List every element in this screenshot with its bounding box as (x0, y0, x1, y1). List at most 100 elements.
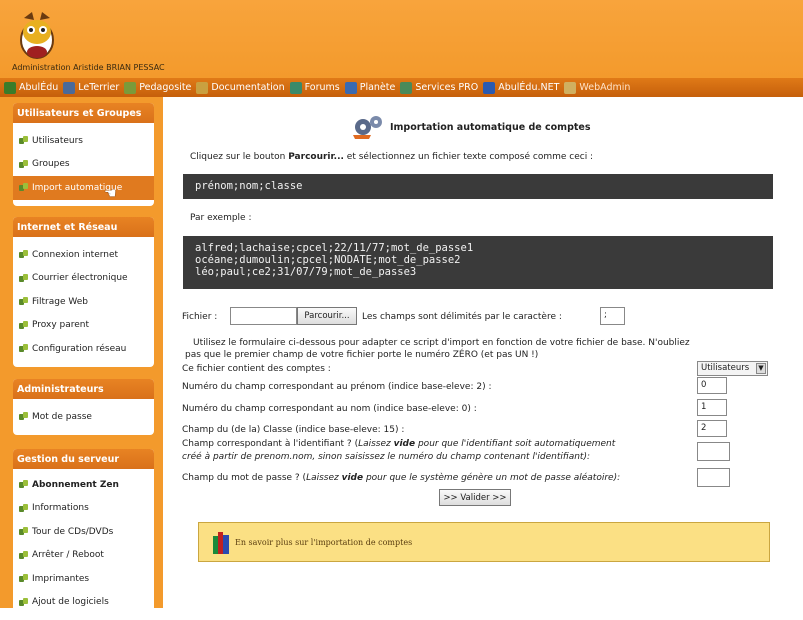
sidebar-item[interactable]: Connexion internet (13, 243, 154, 267)
sidebar-item-label: Imprimantes (32, 573, 90, 584)
books-icon (213, 532, 229, 554)
bullet-icon (19, 503, 28, 513)
help-line-2: pas que le premier champ de votre fichie… (185, 350, 539, 360)
nav-item-abul-du[interactable]: AbulÉdu (4, 81, 59, 94)
sidebar-item[interactable]: Informations (13, 497, 154, 521)
sidebar-item-label: Filtrage Web (32, 296, 88, 307)
abuledu-logo[interactable] (14, 10, 60, 60)
example-line: léo;paul;ce2;31/07/79;mot_de_passe3 (195, 266, 417, 278)
bullet-icon (19, 574, 28, 583)
nav-item-leterrier[interactable]: LeTerrier (63, 81, 119, 94)
nav-icon (344, 81, 357, 94)
dropdown-arrow-icon: ▼ (756, 363, 766, 374)
sidebar-item[interactable]: Courrier électronique (13, 267, 154, 291)
nav-item-label: AbulÉdu (19, 82, 59, 93)
nav-item-pedagosite[interactable]: Pedagosite (124, 81, 192, 94)
bullet-icon (19, 412, 28, 421)
sidebar-item[interactable]: Abonnement Zen (13, 473, 154, 497)
id-field-label-2: créé à partir de prenom.nom, sinon saisi… (182, 452, 591, 462)
page-title: Importation automatique de comptes (390, 122, 591, 133)
file-input[interactable] (230, 307, 297, 325)
header: Administration Aristide BRIAN PESSAC (0, 0, 803, 78)
sidebar-item-label: Tour de CDs/DVDs (32, 526, 114, 537)
sidebar-item-label: Informations (32, 503, 89, 514)
nav-item-forums[interactable]: Forums (289, 81, 340, 94)
mouse-cursor-icon: ☚ (104, 186, 117, 202)
example-code-block: alfred;lachaise;cpcel;22/11/77;mot_de_pa… (183, 236, 773, 289)
bullet-icon (19, 250, 28, 259)
browse-button[interactable]: Parcourir... (297, 307, 357, 325)
bullet-icon (19, 297, 28, 306)
nav-item-abul-du-net[interactable]: AbulÉdu.NET (483, 81, 559, 94)
sidebar-item[interactable]: Arrêter / Reboot (13, 544, 154, 568)
example-line: océane;dumoulin;cpcel;NODATE;mot_de_pass… (195, 254, 461, 266)
sidebar-item[interactable]: Tour de CDs/DVDs (13, 520, 154, 544)
bullet-icon (19, 344, 28, 353)
sidebar-group: Internet et Réseau Connexion internet Cour… (13, 217, 154, 367)
delimiter-label: Les champs sont délimités par le caractè… (362, 312, 562, 322)
firstname-field-input[interactable]: 0 (697, 377, 727, 394)
nav-icon (196, 81, 209, 94)
sidebar-group-title: Utilisateurs et Groupes (13, 103, 154, 123)
nav-item-services-pro[interactable]: Services PRO (400, 81, 478, 94)
sidebar-item[interactable]: Imprimantes (13, 567, 154, 591)
bullet-icon (19, 527, 28, 536)
bullet-icon (19, 597, 28, 607)
bullet-icon (19, 273, 28, 283)
delimiter-input[interactable]: ; (600, 307, 625, 325)
nav-item-documentation[interactable]: Documentation (196, 81, 285, 94)
gears-icon (353, 116, 382, 139)
validate-button[interactable]: >> Valider >> (439, 489, 511, 506)
bullet-icon (19, 136, 28, 145)
sidebar-group: Gestion du serveur Abonnement Zen Informat… (13, 449, 154, 620)
bullet-icon (19, 320, 28, 330)
id-field-label: Champ correspondant à l'identifiant ? (L… (182, 439, 616, 449)
nav-item-label: Planète (359, 82, 396, 93)
nav-icon (4, 81, 16, 94)
nav-icon (289, 81, 302, 94)
name-field-input[interactable]: 1 (697, 399, 727, 416)
help-box: En savoir plus sur l'importation de comp… (198, 522, 770, 562)
nav-item-label: Forums (304, 82, 340, 93)
sidebar-group-title: Gestion du serveur (13, 449, 154, 469)
sidebar-item[interactable]: Import automatique (13, 176, 154, 200)
intro-text: Cliquez sur le bouton Parcourir... et sé… (190, 152, 594, 162)
bullet-icon (19, 550, 28, 560)
sidebar-group-title: Administrateurs (13, 379, 154, 399)
sidebar-item-label: Utilisateurs (32, 135, 83, 146)
sidebar-item[interactable]: Ajout de logiciels (13, 591, 154, 615)
top-nav: AbulÉdu LeTerrier Pedagosite Documentation F… (0, 78, 803, 97)
sidebar-item[interactable]: Mot de passe (13, 405, 154, 429)
sidebar-item[interactable]: Utilisateurs (13, 129, 154, 153)
sidebar-item-label: Abonnement Zen (32, 479, 119, 490)
sidebar-item[interactable]: Groupes (13, 153, 154, 177)
example-line: alfred;lachaise;cpcel;22/11/77;mot_de_pa… (195, 242, 474, 254)
password-field-label: Champ du mot de passe ? (Laissez vide po… (182, 473, 621, 483)
sidebar-item-label: Connexion internet (32, 249, 119, 260)
format-line: prénom;nom;classe (195, 180, 303, 192)
nav-item-plan-te[interactable]: Planète (344, 81, 396, 94)
nav-item-label: WebAdmin (579, 82, 631, 93)
sidebar-item[interactable]: Proxy parent (13, 314, 154, 338)
main-content: Importation automatique de comptes Cliqu… (163, 97, 803, 608)
nav-icon (124, 81, 137, 94)
sidebar-group: Utilisateurs et Groupes Utilisateurs Group… (13, 103, 154, 206)
bullet-icon (19, 480, 28, 489)
sidebar-item[interactable]: Filtrage Web (13, 290, 154, 314)
account-type-select[interactable]: Utilisateurs ▼ (697, 361, 768, 376)
nav-icon (400, 81, 413, 94)
sidebar-item-label: Mot de passe (32, 411, 92, 422)
help-link[interactable]: En savoir plus sur l'importation de comp… (235, 538, 412, 547)
sidebar-item-label: Arrêter / Reboot (32, 550, 104, 561)
nav-item-label: Pedagosite (139, 82, 192, 93)
password-field-input[interactable] (697, 468, 730, 487)
nav-item-webadmin[interactable]: WebAdmin (564, 81, 631, 94)
format-code-block: prénom;nom;classe (183, 174, 773, 199)
sidebar-item-label: Proxy parent (32, 320, 90, 331)
sidebar: Utilisateurs et Groupes Utilisateurs Group… (0, 97, 163, 620)
sidebar-item[interactable]: Configuration réseau (13, 337, 154, 361)
sidebar-group: Administrateurs Mot de passe (13, 379, 154, 435)
class-field-input[interactable]: 2 (697, 420, 727, 437)
bullet-icon (19, 159, 28, 169)
id-field-input[interactable] (697, 442, 730, 461)
